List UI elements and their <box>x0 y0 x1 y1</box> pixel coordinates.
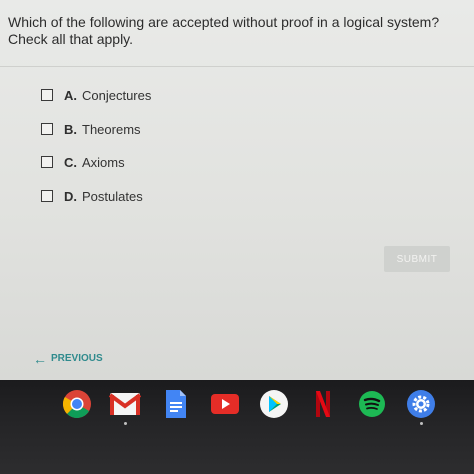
option-b-label: Theorems <box>82 121 141 137</box>
previous-link[interactable]: ← PREVIOUS <box>33 350 103 367</box>
docs-icon[interactable] <box>159 387 193 421</box>
option-d-letter: D. <box>64 188 77 204</box>
submit-button[interactable]: SUBMIT <box>384 246 450 272</box>
checkbox-c[interactable] <box>41 156 53 168</box>
option-d[interactable]: D. Postulates <box>41 187 143 205</box>
play-store-icon[interactable] <box>257 387 291 421</box>
option-d-label: Postulates <box>82 188 143 204</box>
spotify-icon[interactable] <box>355 387 389 421</box>
chrome-icon[interactable] <box>60 387 94 421</box>
option-a[interactable]: A. Conjectures <box>41 86 151 104</box>
netflix-icon[interactable] <box>306 387 340 421</box>
checkbox-b[interactable] <box>41 123 53 135</box>
option-c[interactable]: C. Axioms <box>41 153 125 171</box>
divider <box>0 66 474 67</box>
option-b[interactable]: B. Theorems <box>41 120 141 138</box>
checkbox-d[interactable] <box>41 190 53 202</box>
youtube-icon[interactable] <box>208 387 242 421</box>
gmail-icon[interactable] <box>108 387 142 421</box>
option-c-letter: C. <box>64 154 77 170</box>
settings-icon[interactable] <box>404 387 438 421</box>
option-a-letter: A. <box>64 87 77 103</box>
checkbox-a[interactable] <box>41 89 53 101</box>
previous-label: PREVIOUS <box>51 353 103 364</box>
option-b-letter: B. <box>64 121 77 137</box>
settings-active-dot <box>420 422 423 425</box>
option-c-label: Axioms <box>82 154 125 170</box>
quiz-panel: Which of the following are accepted with… <box>0 0 474 380</box>
gmail-active-dot <box>124 422 127 425</box>
option-a-label: Conjectures <box>82 87 152 103</box>
arrow-left-icon: ← <box>33 350 47 367</box>
question-text: Which of the following are accepted with… <box>8 14 440 47</box>
